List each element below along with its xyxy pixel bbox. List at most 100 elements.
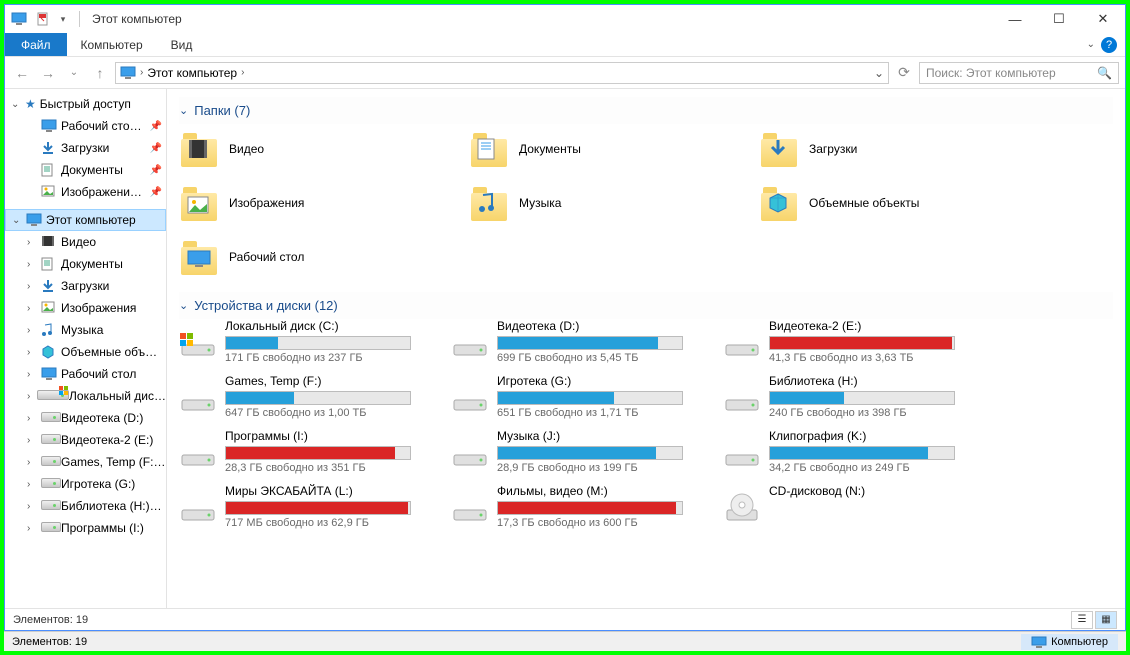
folder-icon bbox=[179, 131, 219, 167]
folder-icon bbox=[469, 185, 509, 221]
tree-item[interactable]: Рабочий сто…📌 bbox=[5, 115, 166, 137]
drives-group-header[interactable]: ⌄ Устройства и диски (12) bbox=[179, 292, 1113, 319]
breadcrumb[interactable]: Этот компьютер bbox=[147, 66, 237, 80]
close-button[interactable]: ✕ bbox=[1081, 5, 1125, 33]
drive-name: Фильмы, видео (M:) bbox=[497, 484, 701, 498]
folder-item[interactable]: Объемные объекты bbox=[759, 178, 1009, 228]
chevron-right-icon[interactable]: › bbox=[27, 369, 37, 380]
ribbon-expand-icon[interactable]: ⌄ bbox=[1087, 39, 1095, 50]
chevron-right-icon[interactable]: › bbox=[27, 413, 37, 424]
drive-item[interactable]: Миры ЭКСАБАЙТА (L:)717 МБ свободно из 62… bbox=[179, 484, 429, 529]
tree-item[interactable]: Изображени…📌 bbox=[5, 181, 166, 203]
this-pc-node[interactable]: ⌄ Этот компьютер bbox=[5, 209, 166, 231]
title-bar[interactable]: ▾ Этот компьютер — ☐ ✕ bbox=[5, 5, 1125, 33]
drive-item[interactable]: Видеотека-2 (E:)41,3 ГБ свободно из 3,63… bbox=[723, 319, 973, 364]
tree-item[interactable]: ›Games, Temp (F:… bbox=[5, 451, 166, 473]
tree-item[interactable]: ›Загрузки bbox=[5, 275, 166, 297]
icons-view-button[interactable]: ▦ bbox=[1095, 611, 1117, 629]
drive-name: Клипография (K:) bbox=[769, 429, 973, 443]
chevron-right-icon[interactable]: › bbox=[27, 523, 37, 534]
chevron-right-icon[interactable]: › bbox=[27, 259, 37, 270]
drive-item[interactable]: Библиотека (H:)240 ГБ свободно из 398 ГБ bbox=[723, 374, 973, 419]
tree-item[interactable]: ›Рабочий стол bbox=[5, 363, 166, 385]
folder-label: Видео bbox=[229, 142, 264, 156]
chevron-right-icon[interactable]: › bbox=[27, 501, 37, 512]
drive-item[interactable]: Игротека (G:)651 ГБ свободно из 1,71 ТБ bbox=[451, 374, 701, 419]
documents-icon bbox=[41, 163, 57, 177]
search-box[interactable]: Поиск: Этот компьютер 🔍 bbox=[919, 62, 1119, 84]
view-tab[interactable]: Вид bbox=[157, 38, 207, 52]
content-pane[interactable]: ⌄ Папки (7) Видео Документы Загрузки Изобра… bbox=[167, 89, 1125, 608]
drive-item[interactable]: Фильмы, видео (M:) 17,3 ГБ свободно из 60… bbox=[451, 484, 701, 529]
chevron-down-icon[interactable]: ⌄ bbox=[179, 104, 188, 117]
drive-item[interactable]: Локальный диск (C:)171 ГБ свободно из 23… bbox=[179, 319, 429, 364]
chevron-down-icon[interactable]: ⌄ bbox=[12, 215, 22, 226]
capacity-bar bbox=[769, 446, 955, 460]
chevron-right-icon[interactable]: › bbox=[27, 457, 37, 468]
folder-item[interactable]: Музыка bbox=[469, 178, 719, 228]
tree-item[interactable]: ›Видеотека-2 (E:) bbox=[5, 429, 166, 451]
folder-item[interactable]: Видео bbox=[179, 124, 429, 174]
back-button[interactable]: ← bbox=[11, 62, 33, 84]
folder-item[interactable]: Рабочий стол bbox=[179, 232, 429, 282]
tree-label: Этот компьютер bbox=[46, 213, 136, 227]
tree-item[interactable]: ›Видеотека (D:) bbox=[5, 407, 166, 429]
qat-dropdown-icon[interactable]: ▾ bbox=[59, 11, 67, 27]
folders-group-header[interactable]: ⌄ Папки (7) bbox=[179, 97, 1113, 124]
quick-access-node[interactable]: ⌄ ★ Быстрый доступ bbox=[5, 93, 166, 115]
drive-item[interactable]: CD-дисковод (N:) bbox=[723, 484, 973, 529]
tree-item[interactable]: ›Библиотека (H:)… bbox=[5, 495, 166, 517]
chevron-right-icon[interactable]: › bbox=[27, 347, 37, 358]
drive-icon bbox=[723, 429, 761, 467]
chevron-down-icon[interactable]: ⌄ bbox=[179, 299, 188, 312]
computer-badge[interactable]: Компьютер bbox=[1021, 634, 1118, 650]
details-view-button[interactable]: ☰ bbox=[1071, 611, 1093, 629]
drive-item[interactable]: Клипография (K:)34,2 ГБ свободно из 249 … bbox=[723, 429, 973, 474]
chevron-right-icon[interactable]: › bbox=[27, 325, 37, 336]
maximize-button[interactable]: ☐ bbox=[1037, 5, 1081, 33]
chevron-right-icon[interactable]: › bbox=[27, 479, 37, 490]
folder-item[interactable]: Изображения bbox=[179, 178, 429, 228]
chevron-right-icon[interactable]: › bbox=[27, 237, 37, 248]
tree-item[interactable]: ›Видео bbox=[5, 231, 166, 253]
up-button[interactable]: ↑ bbox=[89, 62, 111, 84]
drive-icon bbox=[723, 374, 761, 412]
free-space-label: 17,3 ГБ свободно из 600 ГБ bbox=[497, 517, 701, 529]
tree-item[interactable]: ›Объемные объ… bbox=[5, 341, 166, 363]
chevron-right-icon[interactable]: › bbox=[27, 391, 33, 402]
address-dropdown-icon[interactable]: ⌄ bbox=[874, 66, 884, 80]
chevron-right-icon[interactable]: › bbox=[27, 303, 37, 314]
drive-item[interactable]: Программы (I:)28,3 ГБ свободно из 351 ГБ bbox=[179, 429, 429, 474]
tree-item[interactable]: ›Музыка bbox=[5, 319, 166, 341]
folder-item[interactable]: Документы bbox=[469, 124, 719, 174]
file-tab[interactable]: Файл bbox=[5, 33, 67, 56]
chevron-right-icon[interactable]: › bbox=[27, 281, 37, 292]
free-space-label: 240 ГБ свободно из 398 ГБ bbox=[769, 407, 973, 419]
drive-item[interactable]: Видеотека (D:)699 ГБ свободно из 5,45 ТБ bbox=[451, 319, 701, 364]
folder-item[interactable]: Загрузки bbox=[759, 124, 1009, 174]
drive-item[interactable]: Музыка (J:)28,9 ГБ свободно из 199 ГБ bbox=[451, 429, 701, 474]
computer-tab[interactable]: Компьютер bbox=[67, 38, 157, 52]
recent-dropdown[interactable]: ⌄ bbox=[63, 62, 85, 84]
tree-item[interactable]: ›Документы bbox=[5, 253, 166, 275]
forward-button[interactable]: → bbox=[37, 62, 59, 84]
address-bar[interactable]: › Этот компьютер › ⌄ bbox=[115, 62, 889, 84]
chevron-down-icon[interactable]: ⌄ bbox=[11, 99, 21, 110]
chevron-right-icon[interactable]: › bbox=[27, 435, 37, 446]
pc-icon bbox=[120, 66, 136, 80]
drive-item[interactable]: Games, Temp (F:)647 ГБ свободно из 1,00 … bbox=[179, 374, 429, 419]
tree-item[interactable]: ›Локальный дис… bbox=[5, 385, 166, 407]
nav-bar: ← → ⌄ ↑ › Этот компьютер › ⌄ ⟳ Поиск: Эт… bbox=[5, 57, 1125, 89]
help-icon[interactable]: ? bbox=[1101, 37, 1117, 53]
tree-item[interactable]: ›Программы (I:) bbox=[5, 517, 166, 539]
minimize-button[interactable]: — bbox=[993, 5, 1037, 33]
search-placeholder: Поиск: Этот компьютер bbox=[926, 66, 1056, 80]
star-icon: ★ bbox=[25, 97, 36, 111]
properties-icon[interactable] bbox=[35, 11, 51, 27]
tree-item[interactable]: Загрузки📌 bbox=[5, 137, 166, 159]
tree-item[interactable]: ›Игротека (G:) bbox=[5, 473, 166, 495]
tree-item[interactable]: ›Изображения bbox=[5, 297, 166, 319]
refresh-button[interactable]: ⟳ bbox=[893, 62, 915, 84]
tree-item[interactable]: Документы📌 bbox=[5, 159, 166, 181]
capacity-bar bbox=[497, 446, 683, 460]
